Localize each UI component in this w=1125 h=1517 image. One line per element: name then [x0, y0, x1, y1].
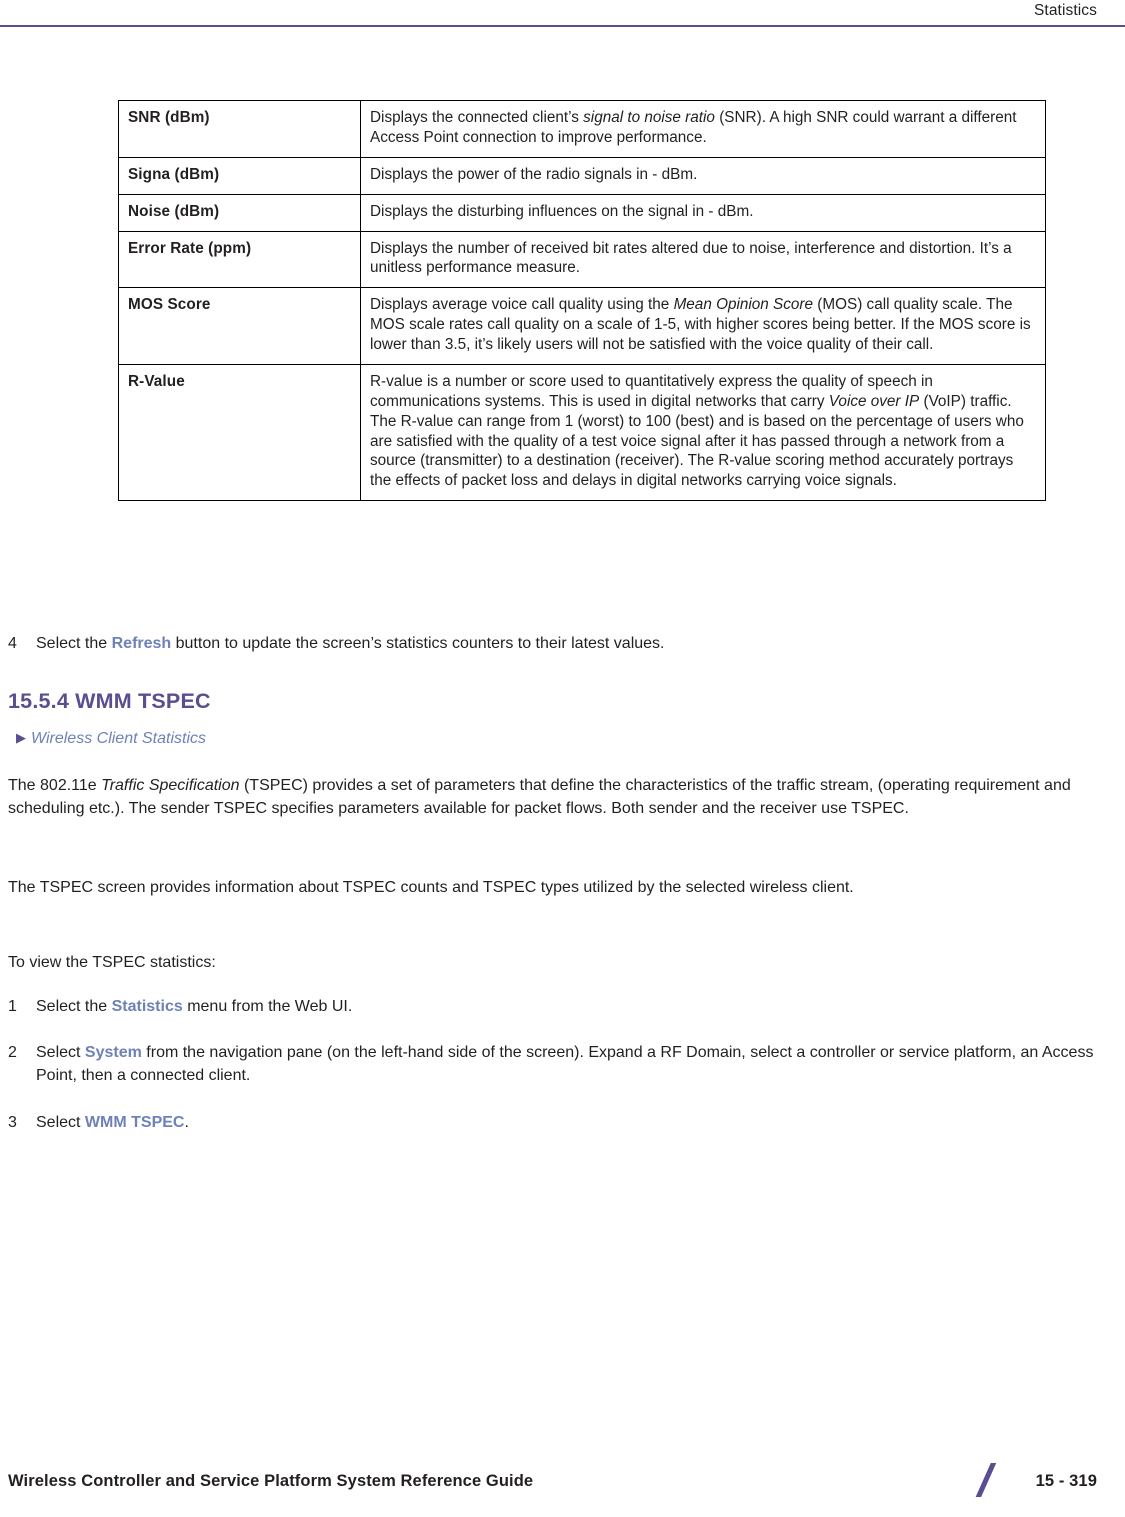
triangle-right-icon: ▶ — [16, 730, 26, 745]
table-row: SNR (dBm) Displays the connected client’… — [118, 100, 1046, 158]
parameter-table: SNR (dBm) Displays the connected client’… — [118, 100, 1046, 502]
paragraph-part: The 802.11e — [8, 777, 102, 794]
table-row: Error Rate (ppm) Displays the number of … — [118, 230, 1046, 289]
step-number: 1 — [8, 998, 17, 1015]
cross-reference-label: Wireless Client Statistics — [31, 730, 207, 747]
desc-part-italic: Mean Opinion Score — [673, 296, 814, 314]
step-text: Select System from the navigation pane (… — [36, 1042, 1098, 1087]
step-text-pre: Select the — [36, 635, 112, 652]
desc-part: Displays the connected client’s — [370, 109, 584, 126]
step-3: 3 Select WMM TSPEC. — [8, 1112, 1098, 1135]
parameter-name: Noise (dBm) — [118, 193, 361, 232]
step-text-post: menu from the Web UI. — [182, 998, 353, 1015]
step-text: Select the Statistics menu from the Web … — [36, 996, 1098, 1019]
parameter-description: Displays the disturbing influences on th… — [360, 193, 1046, 232]
refresh-button-reference[interactable]: Refresh — [112, 635, 172, 652]
table-row: R-Value R-value is a number or score use… — [118, 363, 1046, 502]
desc-part-italic: signal to noise ratio — [583, 109, 715, 126]
step-text: Select the Refresh button to update the … — [36, 633, 1098, 656]
cross-reference-link[interactable]: ▶ Wireless Client Statistics — [16, 730, 206, 748]
step-number: 3 — [8, 1114, 17, 1131]
parameter-name: MOS Score — [118, 287, 361, 365]
parameter-description: Displays average voice call quality usin… — [360, 287, 1046, 365]
step-text-pre: Select — [36, 1114, 85, 1131]
section-heading: 15.5.4 WMM TSPEC — [8, 689, 211, 713]
page: Statistics SNR (dBm) Displays the connec… — [0, 0, 1125, 1517]
paragraph-3: To view the TSPEC statistics: — [8, 954, 216, 971]
parameter-name: Signa (dBm) — [118, 156, 361, 195]
step-text-post: from the navigation pane (on the left-ha… — [36, 1044, 1094, 1084]
statistics-menu-reference[interactable]: Statistics — [112, 998, 183, 1015]
wmm-tspec-reference[interactable]: WMM TSPEC — [85, 1114, 185, 1131]
paragraph-2: The TSPEC screen provides information ab… — [8, 879, 854, 896]
parameter-description: Displays the connected client’s signal t… — [360, 100, 1046, 158]
paragraph-part-italic: Traffic Specification — [101, 777, 240, 794]
step-text-pre: Select the — [36, 998, 112, 1015]
system-menu-reference[interactable]: System — [85, 1044, 142, 1061]
step-text-post: button to update the screen’s statistics… — [171, 635, 665, 652]
footer-guide-title: Wireless Controller and Service Platform… — [8, 1472, 534, 1490]
page-header: Statistics — [0, 0, 1125, 27]
desc-part-italic: Voice over IP — [828, 392, 920, 410]
parameter-description: Displays the number of received bit rate… — [360, 230, 1046, 289]
step-text: Select WMM TSPEC. — [36, 1112, 1098, 1135]
desc-part: Displays the power of the radio signals … — [370, 165, 698, 183]
step-text-post: . — [184, 1114, 189, 1131]
desc-part: Displays the disturbing influences on th… — [370, 202, 754, 220]
paragraph-1: The 802.11e Traffic Specification (TSPEC… — [8, 775, 1106, 820]
step-2: 2 Select System from the navigation pane… — [8, 1042, 1098, 1087]
desc-part: Displays average voice call quality usin… — [370, 296, 674, 314]
table-row: Noise (dBm) Displays the disturbing infl… — [118, 193, 1046, 232]
step-number: 2 — [8, 1044, 17, 1061]
header-rule — [0, 25, 1125, 27]
step-text-pre: Select — [36, 1044, 85, 1061]
parameter-description: Displays the power of the radio signals … — [360, 156, 1046, 195]
parameter-table-body: SNR (dBm) Displays the connected client’… — [118, 100, 1046, 502]
footer-slash-decoration — [975, 1463, 1017, 1497]
parameter-name: R-Value — [118, 363, 361, 502]
desc-part: Displays the number of received bit rate… — [370, 239, 1012, 277]
table-row: Signa (dBm) Displays the power of the ra… — [118, 156, 1046, 195]
parameter-name: Error Rate (ppm) — [118, 230, 361, 289]
step-1: 1 Select the Statistics menu from the We… — [8, 996, 1098, 1019]
parameter-table-wrapper: SNR (dBm) Displays the connected client’… — [118, 100, 1046, 502]
header-title: Statistics — [1033, 2, 1097, 19]
parameter-name: SNR (dBm) — [118, 100, 361, 158]
parameter-description: R-value is a number or score used to qua… — [360, 363, 1046, 502]
table-row: MOS Score Displays average voice call qu… — [118, 287, 1046, 365]
step-4: 4 Select the Refresh button to update th… — [8, 633, 1098, 656]
step-number: 4 — [8, 635, 17, 652]
footer-page-number: 15 - 319 — [1035, 1472, 1097, 1490]
